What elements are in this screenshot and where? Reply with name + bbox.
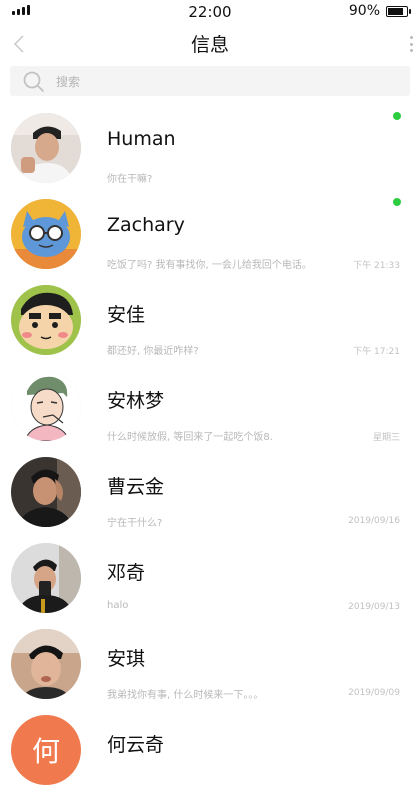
conversation-item[interactable]: 2019/09/09 何 何云奇: [0, 688, 420, 786]
message-time: 2019/09/16: [348, 516, 400, 526]
battery-status: 90%: [348, 3, 411, 19]
avatar: [11, 629, 81, 699]
unread-indicator: [393, 198, 401, 206]
contact-name: Zachary: [107, 214, 185, 236]
message-time: 2019/09/09: [348, 688, 400, 698]
conversation-item[interactable]: 下午 17:21 安林梦 什么时候放假, 等回来了一起吃个饭8.: [0, 347, 420, 443]
contact-name: 安林梦: [107, 390, 165, 412]
avatar: [11, 371, 81, 441]
message-time: 2019/09/13: [348, 602, 400, 612]
conversation-list: Human 你在干嘛? Zachary 吃饭了吗? 我有事找你, 一会儿给我回个…: [0, 98, 420, 786]
message-preview: 什么时候放假, 等回来了一起吃个饭8.: [107, 432, 273, 443]
search-input[interactable]: 搜索: [56, 73, 80, 90]
vertical-dots-icon[interactable]: [408, 36, 414, 52]
avatar-initial: 何: [31, 735, 60, 768]
message-time: 星期三: [372, 433, 400, 443]
contact-name: 何云奇: [107, 734, 165, 756]
avatar: [11, 457, 81, 527]
avatar: [11, 543, 81, 613]
battery-percent: 90%: [348, 3, 380, 19]
message-preview: 宁在干什么?: [107, 518, 163, 529]
message-preview: 你在干嘛?: [107, 174, 153, 185]
contact-name: 曹云金: [107, 476, 165, 498]
message-preview: 吃饭了吗? 我有事找你, 一会儿给我回个电话。: [107, 260, 312, 271]
battery-icon: [386, 5, 411, 17]
message-time: 下午 17:21: [353, 347, 400, 357]
message-preview: 都还好, 你最近咋样?: [107, 346, 199, 357]
contact-name: 安佳: [107, 304, 146, 326]
avatar: [11, 199, 81, 269]
message-time: 下午 21:33: [353, 261, 400, 271]
avatar: [11, 113, 81, 183]
contact-name: Human: [107, 128, 176, 150]
avatar: 何: [11, 715, 81, 785]
status-bar: 22:00 90%: [0, 0, 420, 24]
avatar: [11, 285, 81, 355]
search-bar[interactable]: 搜索: [10, 66, 410, 96]
message-preview: 我弟找你有事, 什么时候来一下。。。: [107, 690, 264, 701]
page-title: 信息: [190, 34, 229, 56]
unread-indicator: [393, 112, 401, 120]
header: 信息: [0, 24, 420, 64]
contact-name: 邓奇: [107, 562, 146, 584]
message-preview: halo: [107, 600, 129, 611]
search-icon: [23, 71, 44, 92]
contact-name: 安琪: [107, 648, 146, 670]
conversation-item[interactable]: Human 你在干嘛?: [0, 98, 420, 185]
